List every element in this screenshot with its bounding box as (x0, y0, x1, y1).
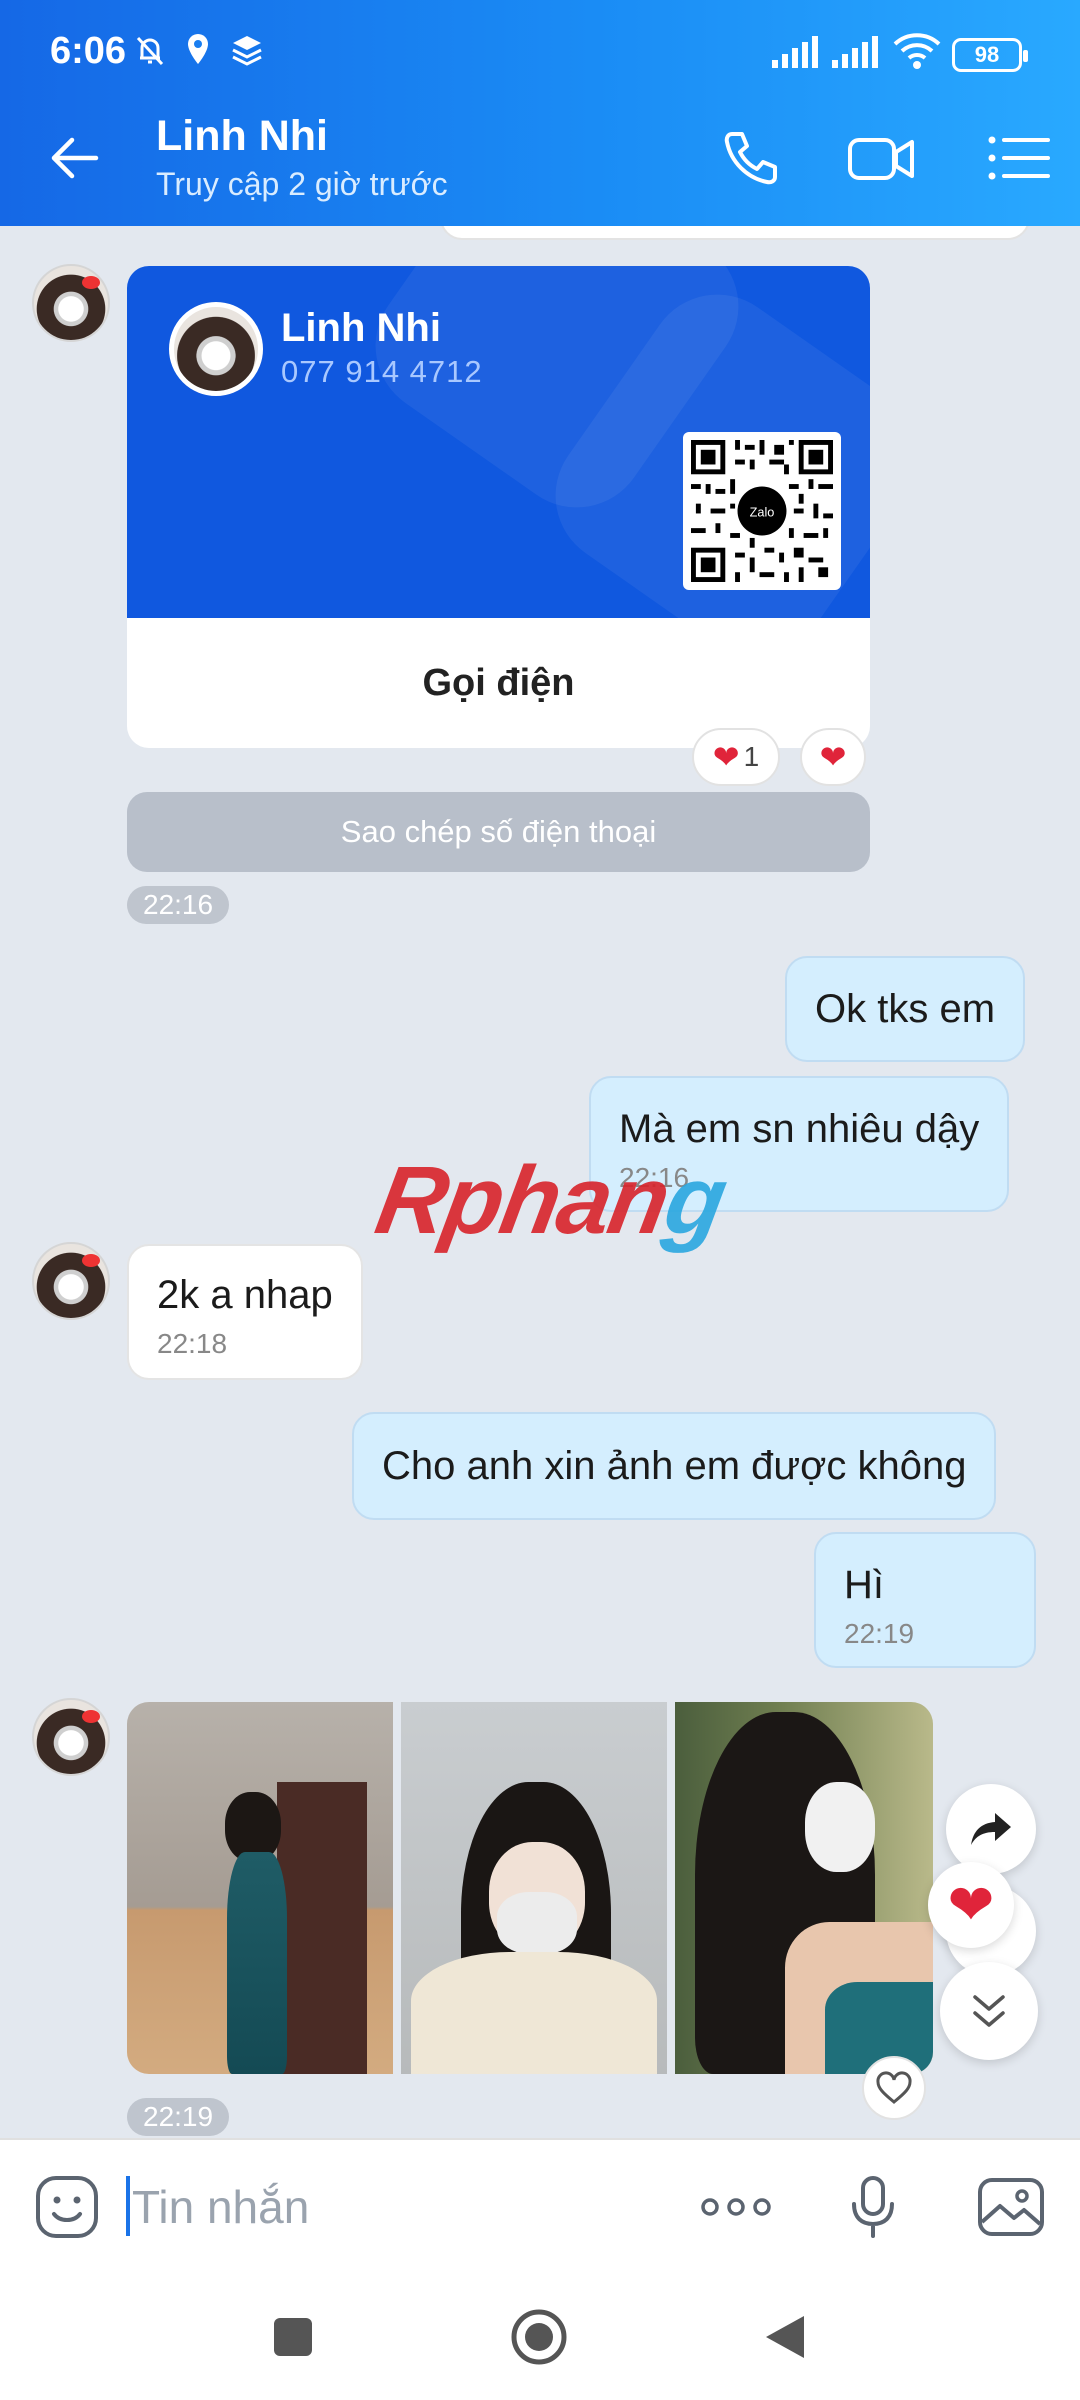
qr-code-icon: Zalo (691, 440, 833, 582)
status-bar: 6:06 98 (0, 0, 1080, 92)
top-bar: 6:06 98 Linh Nhi Truy cập 2 giờ trước (0, 0, 1080, 226)
contact-card-phone: 077 914 4712 (281, 354, 483, 389)
phone-icon[interactable] (716, 126, 788, 190)
message-time: 22:18 (157, 1328, 228, 1359)
share-arrow-icon (971, 1813, 1011, 1845)
more-icon[interactable] (696, 2174, 776, 2240)
forward-button[interactable] (946, 1784, 1036, 1874)
signal-icon (832, 36, 878, 68)
home-icon[interactable] (510, 2308, 568, 2366)
photo-grid (127, 1702, 933, 2074)
message-time: 22:19 (127, 2098, 230, 2136)
incoming-message[interactable]: 2k a nhap 22:18 (127, 1244, 363, 1380)
outgoing-message[interactable]: Cho anh xin ảnh em được không (352, 1412, 997, 1520)
avatar[interactable] (32, 1242, 110, 1320)
signal-icon (772, 36, 818, 68)
photo-thumbnail[interactable] (675, 1702, 933, 2074)
menu-list-icon[interactable] (984, 126, 1056, 190)
like-button[interactable] (862, 2056, 926, 2120)
qr-code: Zalo (683, 432, 841, 590)
video-call-icon[interactable] (846, 126, 918, 190)
last-seen-status: Truy cập 2 giờ trước (156, 166, 448, 202)
heart-icon: ❤ (712, 739, 740, 775)
qr-logo-text: Zalo (750, 504, 775, 519)
contact-name[interactable]: Linh Nhi (156, 112, 328, 161)
recents-icon[interactable] (272, 2316, 314, 2358)
watermark-part1: Rphan (368, 1147, 677, 1254)
system-nav-bar (0, 2270, 1080, 2400)
text-caret (126, 2176, 130, 2236)
chat-message-list[interactable]: Linh Nhi 077 914 4712 Zalo Gọi điện ❤ 1 … (0, 226, 1080, 2138)
microphone-icon[interactable] (846, 2174, 900, 2240)
reaction-count: 1 (743, 741, 760, 772)
photo-door (277, 1782, 367, 2074)
message-input[interactable] (132, 2172, 652, 2242)
photo-thumbnail[interactable] (127, 1702, 393, 2074)
outgoing-message[interactable]: Ok tks em (785, 956, 1026, 1062)
copy-phone-button[interactable]: Sao chép số điện thoại (127, 792, 870, 872)
message-text: Cho anh xin ảnh em được không (382, 1444, 967, 1488)
location-icon (188, 34, 208, 64)
message-composer (0, 2138, 1080, 2270)
bell-off-icon (136, 36, 164, 66)
avatar (169, 302, 263, 396)
previous-message-edge (440, 226, 1030, 240)
react-heart-button[interactable]: ❤ (928, 1862, 1014, 1948)
avatar[interactable] (32, 1698, 110, 1776)
message-text: 2k a nhap (157, 1273, 333, 1317)
reaction-summary[interactable]: ❤ 1 (692, 728, 780, 786)
message-text: Hì (844, 1563, 884, 1607)
battery-icon: 98 (952, 38, 1028, 72)
back-icon[interactable] (762, 2312, 808, 2362)
contact-card[interactable]: Linh Nhi 077 914 4712 Zalo Gọi điện (127, 266, 870, 748)
photo-thumbnail[interactable] (401, 1702, 667, 2074)
outgoing-message[interactable]: Hì 22:19 (814, 1532, 1036, 1668)
message-text: Ok tks em (815, 987, 996, 1031)
watermark-logo: Rphang (368, 1146, 733, 1256)
sticker-icon[interactable] (34, 2174, 100, 2240)
message-time: 22:19 (844, 1618, 915, 1649)
back-arrow-icon[interactable] (44, 128, 104, 188)
react-button[interactable]: ❤ (800, 728, 866, 786)
layers-icon (232, 36, 262, 66)
scroll-to-bottom-button[interactable] (940, 1962, 1038, 2060)
status-time: 6:06 (50, 30, 127, 72)
heart-icon: ❤ (819, 739, 847, 775)
image-icon[interactable] (976, 2174, 1046, 2240)
avatar[interactable] (32, 264, 110, 342)
heart-outline-icon (876, 2071, 912, 2104)
message-time: 22:16 (127, 886, 230, 924)
double-chevron-down-icon (973, 1995, 1005, 2027)
contact-card-name: Linh Nhi (281, 306, 441, 350)
wifi-icon (893, 33, 941, 69)
heart-icon: ❤ (947, 1873, 995, 1936)
contact-card-banner: Linh Nhi 077 914 4712 Zalo (127, 266, 870, 618)
